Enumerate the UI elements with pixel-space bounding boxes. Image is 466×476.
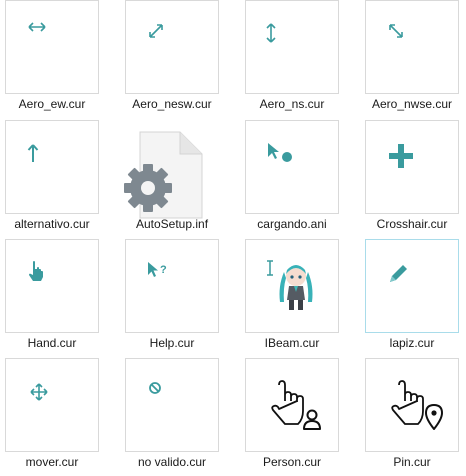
file-name: Help.cur — [149, 336, 195, 350]
file-thumbnail[interactable] — [5, 0, 99, 94]
file-thumbnail[interactable] — [5, 239, 99, 333]
file-name: AutoSetup.inf — [135, 217, 209, 231]
hand-cursor-icon — [29, 261, 43, 281]
person-select-cursor-icon — [271, 380, 321, 430]
file-item[interactable]: Pin.cur — [360, 358, 466, 476]
file-thumbnail[interactable] — [365, 358, 459, 452]
file-thumbnail[interactable] — [5, 120, 99, 214]
file-item[interactable]: Crosshair.cur — [360, 120, 466, 238]
file-name: lapiz.cur — [389, 336, 435, 350]
file-item[interactable]: AutoSetup.inf — [120, 120, 230, 238]
horizontal-resize-cursor-icon — [28, 22, 46, 32]
settings-file-icon — [124, 131, 203, 219]
file-thumbnail[interactable] — [245, 239, 339, 333]
diagonal-resize-nesw-cursor-icon — [149, 24, 163, 38]
diagonal-resize-nwse-cursor-icon — [389, 24, 403, 38]
file-item[interactable]: Hand.cur — [0, 239, 110, 357]
file-item[interactable]: alternativo.cur — [0, 120, 110, 238]
busy-pointer-cursor-icon — [268, 143, 292, 162]
anime-character-icon — [279, 265, 313, 310]
file-item[interactable]: lapiz.cur — [360, 239, 466, 357]
file-thumbnail[interactable] — [125, 358, 219, 452]
ibeam-text-cursor-icon — [267, 260, 273, 276]
move-cursor-icon — [30, 383, 48, 401]
file-name: Person.cur — [262, 455, 322, 469]
location-select-cursor-icon — [391, 380, 443, 430]
file-thumbnail[interactable] — [5, 358, 99, 452]
vertical-resize-cursor-icon — [266, 23, 276, 43]
file-name: alternativo.cur — [14, 217, 90, 231]
help-cursor-icon: ? — [148, 262, 167, 277]
file-name: Aero_ns.cur — [259, 97, 325, 111]
file-thumbnail[interactable] — [245, 358, 339, 452]
svg-text:?: ? — [160, 264, 167, 276]
crosshair-cursor-icon — [389, 144, 413, 168]
file-item[interactable]: mover.cur — [0, 358, 110, 476]
file-thumbnail[interactable] — [365, 120, 459, 214]
pencil-cursor-icon — [390, 265, 407, 282]
file-thumbnail[interactable]: ? — [125, 239, 219, 333]
file-item[interactable]: Aero_ew.cur — [0, 0, 110, 118]
file-name: IBeam.cur — [264, 336, 320, 350]
file-name: mover.cur — [25, 455, 79, 469]
file-thumbnail[interactable] — [245, 120, 339, 214]
file-item[interactable]: IBeam.cur — [240, 239, 350, 357]
file-item[interactable]: Person.cur — [240, 358, 350, 476]
file-item[interactable]: Aero_nesw.cur — [120, 0, 230, 118]
up-arrow-cursor-icon — [27, 144, 39, 162]
file-thumbnail[interactable] — [365, 239, 459, 333]
file-thumbnail[interactable] — [365, 0, 459, 94]
file-item[interactable]: Aero_ns.cur — [240, 0, 350, 118]
file-thumbnail[interactable] — [125, 0, 219, 94]
file-item[interactable]: no valido.cur — [120, 358, 230, 476]
file-name: Aero_nesw.cur — [132, 97, 212, 111]
file-name: Hand.cur — [27, 336, 77, 350]
file-thumbnail[interactable] — [245, 0, 339, 94]
unavailable-cursor-icon — [149, 382, 161, 394]
file-name: Aero_ew.cur — [18, 97, 86, 111]
file-name: Pin.cur — [393, 455, 431, 469]
file-item[interactable]: Aero_nwse.cur — [360, 0, 466, 118]
file-name: cargando.ani — [257, 217, 327, 231]
file-name: no valido.cur — [137, 455, 207, 469]
file-name: Aero_nwse.cur — [371, 97, 453, 111]
file-grid: Aero_ew.cur Aero_nesw.cur Aero_ns.cur Ae… — [0, 0, 466, 476]
file-name: Crosshair.cur — [376, 217, 448, 231]
file-item[interactable]: ? Help.cur — [120, 239, 230, 357]
file-item[interactable]: cargando.ani — [240, 120, 350, 238]
